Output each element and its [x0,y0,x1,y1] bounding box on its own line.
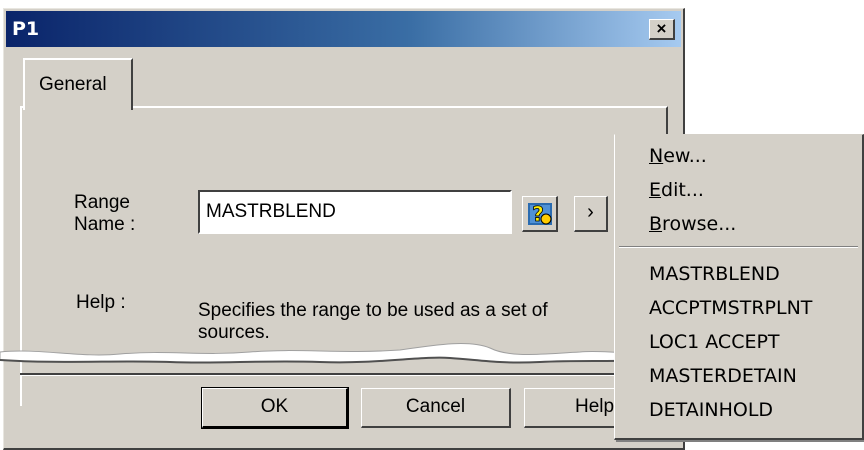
question-icon: ? [528,202,552,226]
menu-item-range[interactable]: LOC1 ACCEPT [649,331,780,353]
cancel-button[interactable]: Cancel [361,388,511,428]
tab-general[interactable]: General [23,58,133,110]
ok-button[interactable]: OK [201,387,349,429]
close-button[interactable]: × [649,19,675,40]
menu-item-range[interactable]: DETAINHOLD [649,399,773,421]
menu-item-range[interactable]: MASTERDETAIN [649,365,797,387]
range-browse-button[interactable]: ? [522,196,558,232]
menu-edit-accel: E [649,179,662,201]
range-name-label: Range Name : [74,192,135,236]
title-bar[interactable]: P1 × [6,11,681,47]
menu-browse-label: rowse... [662,213,737,235]
tab-general-label: General [39,74,107,95]
range-label-line2: Name : [74,214,136,235]
menu-item-edit[interactable]: Edit... [649,179,704,201]
menu-item-browse[interactable]: Browse... [649,213,736,235]
svg-text:?: ? [532,202,544,226]
range-context-menu: New... Edit... Browse... MASTRBLEND ACCP… [614,134,864,440]
chevron-right-icon: › [587,201,594,223]
range-label-line1: Range [74,192,130,213]
range-name-input[interactable] [198,190,512,234]
menu-item-range[interactable]: MASTRBLEND [649,263,780,285]
help-text-line1: Specifies the range to be used as a set … [198,300,548,321]
window-title: P1 [12,18,40,40]
close-icon: × [656,19,667,38]
help-label: Help : [76,292,126,313]
menu-browse-accel: B [649,213,663,235]
range-menu-button[interactable]: › [574,196,608,232]
separator-highlight [20,375,620,376]
menu-item-new[interactable]: New... [649,145,707,167]
menu-new-accel: N [649,145,664,167]
menu-separator [619,246,858,248]
menu-edit-label: dit... [661,179,704,201]
menu-item-range[interactable]: ACCPTMSTRPLNT [649,297,812,319]
menu-new-label: ew... [663,145,707,167]
